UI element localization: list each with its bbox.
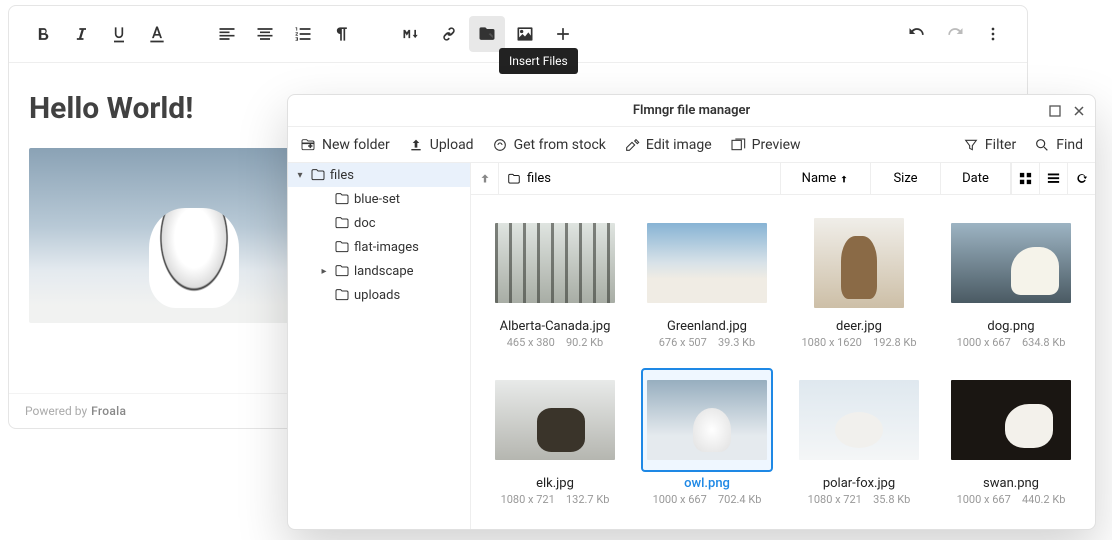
file-name: elk.jpg <box>536 476 574 491</box>
file-meta: 1000 x 667 702.4 Kb <box>653 493 762 506</box>
folder-icon <box>310 167 326 183</box>
align-left-button[interactable] <box>209 16 245 52</box>
file-item[interactable]: deer.jpg 1080 x 1620 192.8 Kb <box>785 211 933 356</box>
markdown-button[interactable] <box>393 16 429 52</box>
redo-button[interactable] <box>937 16 973 52</box>
file-thumbnail <box>945 211 1077 315</box>
paragraph-button[interactable] <box>323 16 359 52</box>
file-name: dog.png <box>987 319 1034 334</box>
file-meta: 1080 x 1620 192.8 Kb <box>801 336 916 349</box>
file-manager-title: Flmngr file manager <box>633 103 750 118</box>
insert-image-button[interactable] <box>507 16 543 52</box>
file-meta: 1000 x 667 440.2 Kb <box>957 493 1066 506</box>
new-folder-button[interactable]: New folder <box>300 137 390 153</box>
tree-item-landscape[interactable]: ▸landscape <box>288 259 470 283</box>
file-manager-window: Flmngr file manager New folder Upload Ge… <box>287 94 1096 530</box>
list-view-button[interactable] <box>1039 163 1067 194</box>
bold-button[interactable] <box>25 16 61 52</box>
file-thumbnail <box>945 368 1077 472</box>
arrow-up-icon <box>839 174 849 184</box>
tree-root-files[interactable]: ▾ files <box>288 163 470 187</box>
text-format-button[interactable] <box>139 16 175 52</box>
chevron-right-icon: ▸ <box>318 266 330 277</box>
italic-button[interactable] <box>63 16 99 52</box>
file-manager-actions: New folder Upload Get from stock Edit im… <box>288 127 1095 163</box>
insert-files-tooltip: Insert Files <box>499 48 578 74</box>
sort-date-button[interactable]: Date <box>941 163 1011 194</box>
file-item[interactable]: elk.jpg 1080 x 721 132.7 Kb <box>481 368 629 513</box>
link-button[interactable] <box>431 16 467 52</box>
tree-item-blue-set[interactable]: blue-set <box>288 187 470 211</box>
breadcrumb[interactable]: files <box>499 163 781 194</box>
close-button[interactable] <box>1069 101 1089 121</box>
insert-files-button[interactable] <box>469 16 505 52</box>
edit-image-button[interactable]: Edit image <box>624 137 712 153</box>
folder-icon <box>334 191 350 207</box>
folder-icon <box>334 263 350 279</box>
file-item[interactable]: Alberta-Canada.jpg 465 x 380 90.2 Kb <box>481 211 629 356</box>
file-name: deer.jpg <box>836 319 882 334</box>
file-thumbnail <box>489 368 621 472</box>
editor-image-owl[interactable] <box>29 148 294 323</box>
find-button[interactable]: Find <box>1034 137 1083 153</box>
undo-button[interactable] <box>899 16 935 52</box>
footer-brand: Froala <box>91 404 126 418</box>
underline-button[interactable] <box>101 16 137 52</box>
file-item[interactable]: Greenland.jpg 676 x 507 39.3 Kb <box>633 211 781 356</box>
sort-name-button[interactable]: Name <box>781 163 871 194</box>
sort-size-button[interactable]: Size <box>871 163 941 194</box>
file-meta: 1080 x 721 35.8 Kb <box>808 493 911 506</box>
preview-button[interactable]: Preview <box>730 137 801 153</box>
file-item[interactable]: owl.png 1000 x 667 702.4 Kb <box>633 368 781 513</box>
file-thumbnail <box>793 211 925 315</box>
ordered-list-button[interactable] <box>285 16 321 52</box>
file-name: Greenland.jpg <box>667 319 747 334</box>
tree-item-doc[interactable]: doc <box>288 211 470 235</box>
chevron-down-icon: ▾ <box>294 170 306 181</box>
file-meta: 676 x 507 39.3 Kb <box>659 336 755 349</box>
file-item[interactable]: swan.png 1000 x 667 440.2 Kb <box>937 368 1085 513</box>
file-manager-titlebar[interactable]: Flmngr file manager <box>288 95 1095 127</box>
file-thumbnail <box>641 368 773 472</box>
file-manager-toolbar: files Name Size Date <box>471 163 1095 195</box>
folder-icon <box>507 172 521 186</box>
file-name: polar-fox.jpg <box>823 476 895 491</box>
file-grid: Alberta-Canada.jpg 465 x 380 90.2 Kb Green… <box>471 195 1095 529</box>
more-menu-button[interactable] <box>975 16 1011 52</box>
file-thumbnail <box>793 368 925 472</box>
grid-view-button[interactable] <box>1011 163 1039 194</box>
tree-item-uploads[interactable]: uploads <box>288 283 470 307</box>
file-name: Alberta-Canada.jpg <box>500 319 611 334</box>
folder-tree: ▾ files blue-setdocflat-images▸landscape… <box>288 163 471 529</box>
tree-item-flat-images[interactable]: flat-images <box>288 235 470 259</box>
insert-more-button[interactable] <box>545 16 581 52</box>
file-item[interactable]: dog.png 1000 x 667 634.8 Kb <box>937 211 1085 356</box>
folder-up-button[interactable] <box>471 163 499 194</box>
file-thumbnail <box>489 211 621 315</box>
file-name: swan.png <box>983 476 1039 491</box>
file-item[interactable]: polar-fox.jpg 1080 x 721 35.8 Kb <box>785 368 933 513</box>
file-meta: 1080 x 721 132.7 Kb <box>501 493 610 506</box>
file-meta: 465 x 380 90.2 Kb <box>507 336 603 349</box>
folder-icon <box>334 239 350 255</box>
file-meta: 1000 x 667 634.8 Kb <box>957 336 1066 349</box>
file-thumbnail <box>641 211 773 315</box>
refresh-button[interactable] <box>1067 163 1095 194</box>
filter-button[interactable]: Filter <box>963 137 1016 153</box>
upload-button[interactable]: Upload <box>408 137 474 153</box>
footer-prefix: Powered by <box>25 404 87 418</box>
maximize-button[interactable] <box>1045 101 1065 121</box>
align-center-button[interactable] <box>247 16 283 52</box>
get-from-stock-button[interactable]: Get from stock <box>492 137 606 153</box>
folder-icon <box>334 215 350 231</box>
folder-icon <box>334 287 350 303</box>
file-name: owl.png <box>684 476 730 491</box>
